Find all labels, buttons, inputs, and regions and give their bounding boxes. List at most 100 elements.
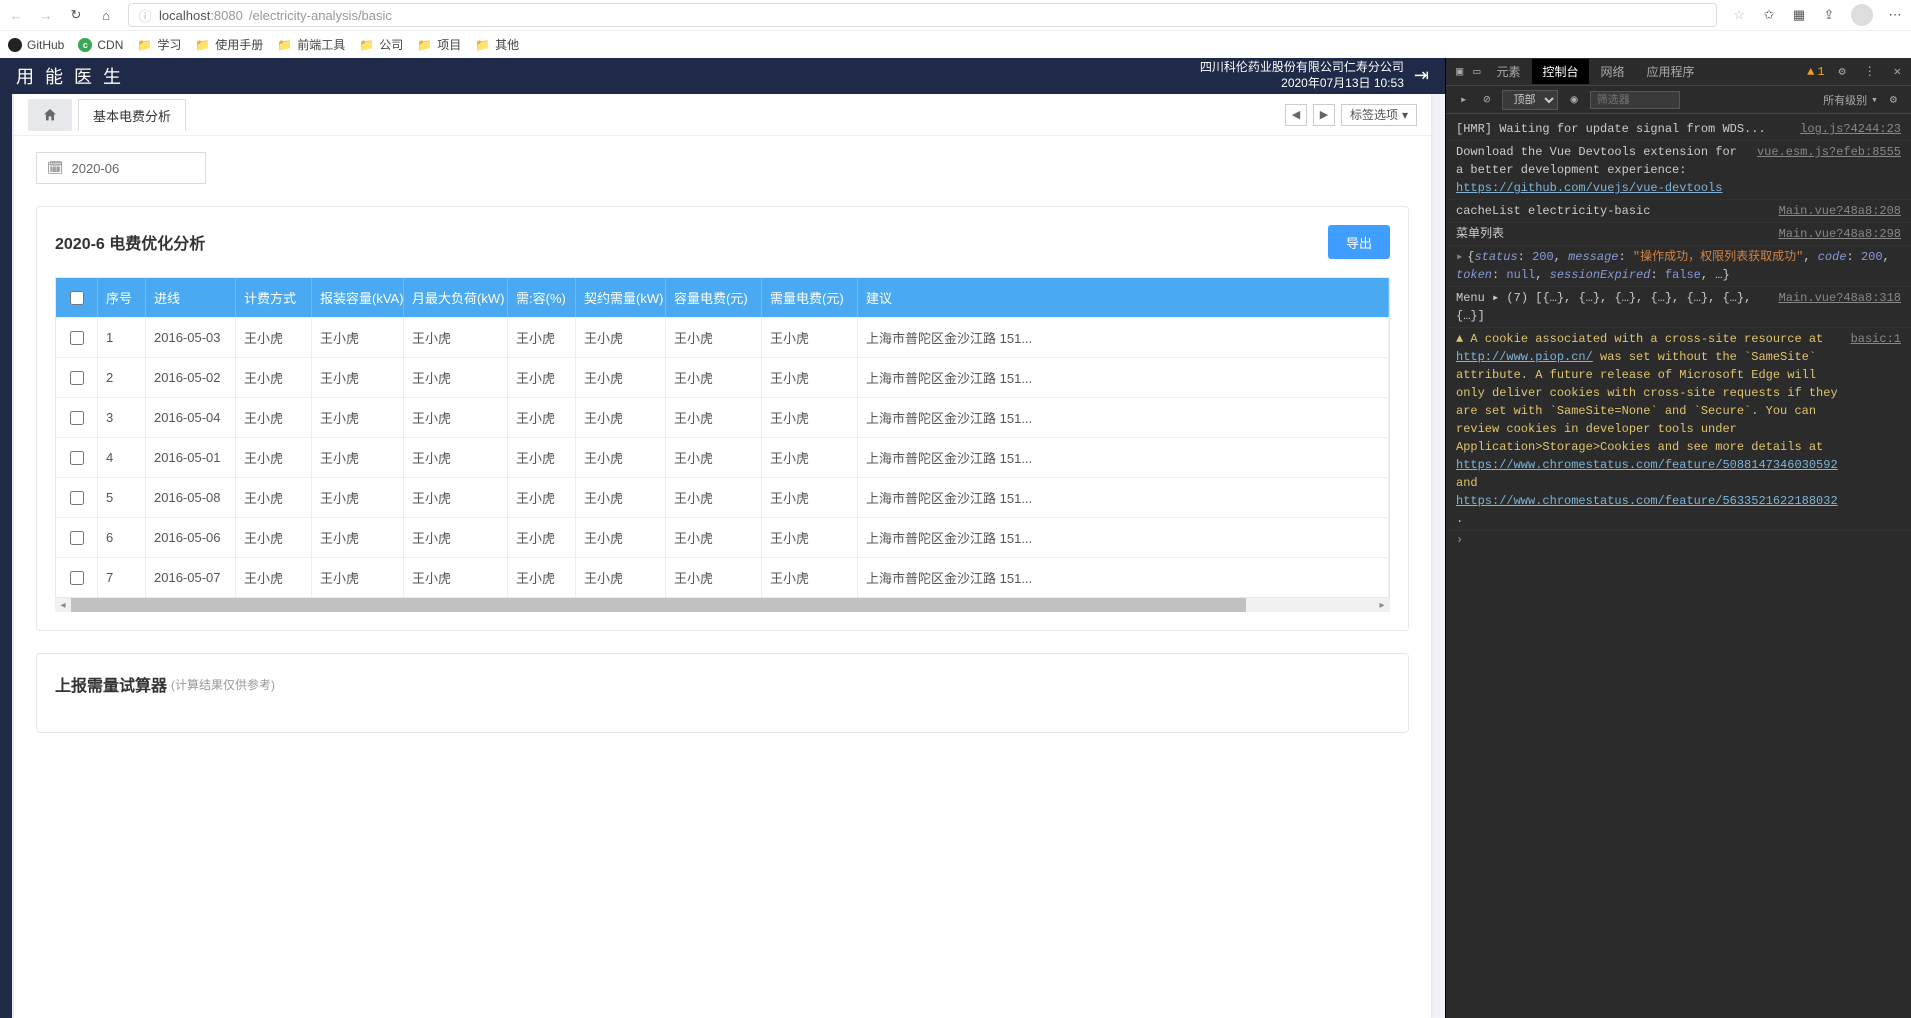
bookmark-folder-fe[interactable]: 📁前端工具 bbox=[277, 36, 345, 53]
folder-icon: 📁 bbox=[195, 38, 210, 52]
row-checkbox[interactable] bbox=[70, 531, 84, 545]
logout-icon[interactable]: ⇥ bbox=[1414, 64, 1429, 87]
devtools-tab-network[interactable]: 网络 bbox=[1591, 59, 1635, 84]
bookmark-folder-study[interactable]: 📁学习 bbox=[137, 36, 181, 53]
header-datetime: 2020年07月13日 10:53 bbox=[1200, 76, 1404, 92]
panel-title: 2020-6 电费优化分析 bbox=[55, 230, 205, 254]
console-log-row[interactable]: Download the Vue Devtools extension for … bbox=[1446, 141, 1911, 200]
refresh-icon[interactable]: ↻ bbox=[68, 7, 84, 23]
folder-icon: 📁 bbox=[277, 38, 292, 52]
devtools-tab-console[interactable]: 控制台 bbox=[1532, 59, 1588, 84]
cell-idx: 4 bbox=[98, 438, 146, 477]
inspect-icon[interactable]: ▣ bbox=[1452, 60, 1467, 83]
folder-icon: 📁 bbox=[417, 38, 432, 52]
console-log-row[interactable]: 菜单列表Main.vue?48a8:298 bbox=[1446, 223, 1911, 246]
select-all-checkbox[interactable] bbox=[70, 291, 84, 305]
bookmark-github[interactable]: GitHub bbox=[8, 38, 64, 52]
clear-console-icon[interactable]: ⊘ bbox=[1479, 88, 1494, 111]
cell-agree: 王小虎 bbox=[576, 478, 666, 517]
bookmark-folder-other[interactable]: 📁其他 bbox=[475, 36, 519, 53]
console-log-row[interactable]: cacheList electricity-basicMain.vue?48a8… bbox=[1446, 200, 1911, 223]
tab-home[interactable] bbox=[28, 99, 72, 131]
row-checkbox[interactable] bbox=[70, 491, 84, 505]
eye-icon[interactable]: ◉ bbox=[1566, 88, 1581, 111]
cell-cap: 王小虎 bbox=[312, 438, 404, 477]
horizontal-scrollbar[interactable]: ◂▸ bbox=[55, 598, 1390, 612]
console-log-row[interactable]: Menu ▸ (7) [{…}, {…}, {…}, {…}, {…}, {…}… bbox=[1446, 287, 1911, 328]
table-row: 52016-05-08王小虎王小虎王小虎王小虎王小虎王小虎王小虎上海市普陀区金沙… bbox=[56, 477, 1389, 517]
url-host: localhost:8080 bbox=[159, 8, 243, 23]
share-icon[interactable]: ⇪ bbox=[1821, 7, 1837, 23]
console-gear-icon[interactable]: ⚙ bbox=[1886, 88, 1901, 111]
chevron-down-icon: ▾ bbox=[1402, 108, 1408, 122]
cell-sugg: 上海市普陀区金沙江路 151... bbox=[858, 318, 1389, 357]
gear-icon[interactable]: ⚙ bbox=[1835, 60, 1850, 83]
table-scroll[interactable]: 序号 进线 计费方式 报装容量(kVA) 月最大负荷(kW) 需:容(%) 契约… bbox=[55, 277, 1390, 598]
github-icon bbox=[8, 38, 22, 52]
tab-next-button[interactable]: ▶ bbox=[1313, 104, 1335, 126]
row-checkbox[interactable] bbox=[70, 371, 84, 385]
info-icon[interactable]: ⓘ bbox=[137, 7, 153, 23]
col-capfee: 容量电费(元) bbox=[666, 278, 762, 317]
cell-agree: 王小虎 bbox=[576, 358, 666, 397]
kebab-icon[interactable]: ⋮ bbox=[1860, 60, 1880, 83]
tag-options-dropdown[interactable]: 标签选项▾ bbox=[1341, 104, 1417, 126]
address-bar[interactable]: ⓘ localhost:8080/electricity-analysis/ba… bbox=[128, 3, 1717, 27]
panel2-title: 上报需量试算器 bbox=[55, 672, 167, 696]
cell-cap: 王小虎 bbox=[312, 358, 404, 397]
forward-icon[interactable]: → bbox=[38, 7, 54, 23]
cell-cap: 王小虎 bbox=[312, 478, 404, 517]
log-level-dropdown[interactable]: 所有级别 ▾ bbox=[1823, 92, 1878, 108]
cell-mode: 王小虎 bbox=[236, 478, 312, 517]
collections-icon[interactable]: ▦ bbox=[1791, 7, 1807, 23]
export-button[interactable]: 导出 bbox=[1328, 225, 1390, 259]
bookmark-folder-project[interactable]: 📁项目 bbox=[417, 36, 461, 53]
devtools-tab-elements[interactable]: 元素 bbox=[1486, 59, 1530, 84]
col-demfee: 需量电费(元) bbox=[762, 278, 858, 317]
tab-prev-button[interactable]: ◀ bbox=[1285, 104, 1307, 126]
bookmark-cdn[interactable]: cCDN bbox=[78, 38, 123, 52]
cell-capfee: 王小虎 bbox=[666, 558, 762, 597]
cell-rate: 王小虎 bbox=[508, 478, 576, 517]
bookmark-folder-company[interactable]: 📁公司 bbox=[359, 36, 403, 53]
row-checkbox[interactable] bbox=[70, 411, 84, 425]
profile-avatar[interactable] bbox=[1851, 4, 1873, 26]
cell-idx: 7 bbox=[98, 558, 146, 597]
cell-line: 2016-05-06 bbox=[146, 518, 236, 557]
home-icon[interactable]: ⌂ bbox=[98, 7, 114, 23]
col-sugg: 建议 bbox=[858, 278, 1389, 317]
app-title: 用 能 医 生 bbox=[16, 63, 124, 89]
close-icon[interactable]: ✕ bbox=[1890, 60, 1905, 83]
row-checkbox[interactable] bbox=[70, 451, 84, 465]
cell-capfee: 王小虎 bbox=[666, 318, 762, 357]
console-prompt[interactable]: › bbox=[1446, 531, 1911, 549]
cell-mode: 王小虎 bbox=[236, 558, 312, 597]
sidebar-collapsed[interactable] bbox=[0, 94, 12, 1018]
back-icon[interactable]: ← bbox=[8, 7, 24, 23]
cell-rate: 王小虎 bbox=[508, 398, 576, 437]
more-icon[interactable]: ⋯ bbox=[1887, 7, 1903, 23]
console-log-row[interactable]: ▸{status: 200, message: "操作成功，权限列表获取成功",… bbox=[1446, 246, 1911, 287]
console-log-row[interactable]: ▲ A cookie associated with a cross-site … bbox=[1446, 328, 1911, 531]
col-index: 序号 bbox=[98, 278, 146, 317]
device-icon[interactable]: ▭ bbox=[1469, 60, 1484, 83]
favorites-icon[interactable]: ✩ bbox=[1761, 7, 1777, 23]
bookmark-folder-manual[interactable]: 📁使用手册 bbox=[195, 36, 263, 53]
warning-count[interactable]: ▲ 1 bbox=[1807, 65, 1824, 79]
cell-sugg: 上海市普陀区金沙江路 151... bbox=[858, 478, 1389, 517]
month-picker[interactable]: 🗓 2020-06 bbox=[36, 152, 206, 184]
table-row: 72016-05-07王小虎王小虎王小虎王小虎王小虎王小虎王小虎上海市普陀区金沙… bbox=[56, 557, 1389, 597]
console-filter-input[interactable] bbox=[1590, 91, 1680, 109]
row-checkbox[interactable] bbox=[70, 331, 84, 345]
star-icon[interactable]: ☆ bbox=[1731, 7, 1747, 23]
context-select[interactable]: 顶部 bbox=[1502, 90, 1558, 110]
cell-demfee: 王小虎 bbox=[762, 478, 858, 517]
row-checkbox[interactable] bbox=[70, 571, 84, 585]
tab-basic-analysis[interactable]: 基本电费分析 bbox=[78, 99, 186, 131]
devtools-tab-application[interactable]: 应用程序 bbox=[1637, 59, 1705, 84]
cell-rate: 王小虎 bbox=[508, 358, 576, 397]
cell-line: 2016-05-03 bbox=[146, 318, 236, 357]
console-body[interactable]: [HMR] Waiting for update signal from WDS… bbox=[1446, 114, 1911, 1018]
console-log-row[interactable]: [HMR] Waiting for update signal from WDS… bbox=[1446, 118, 1911, 141]
console-sidebar-icon[interactable]: ▸ bbox=[1456, 88, 1471, 111]
